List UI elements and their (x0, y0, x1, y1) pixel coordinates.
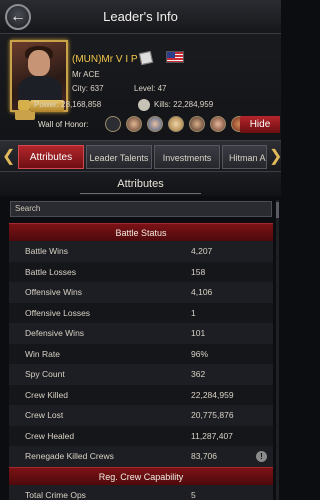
honor-slot-empty-icon[interactable] (105, 116, 121, 132)
scrollbar-thumb[interactable] (276, 202, 279, 218)
row-label: Offensive Losses (25, 307, 91, 318)
table-row: Spy Count 362 (9, 364, 273, 385)
group-header-battle-status: Battle Status (9, 223, 273, 241)
wall-of-honor-label: Wall of Honor: (38, 120, 89, 129)
row-value: 1 (191, 307, 196, 318)
power-value: Power: 28,168,858 (34, 100, 102, 109)
honor-portrait-icon[interactable] (168, 116, 184, 132)
row-label: Battle Wins (25, 246, 68, 256)
row-label: Total Crime Ops (25, 489, 86, 500)
table-row: Offensive Wins 4,106 (9, 282, 273, 303)
level-value: Level: 47 (134, 84, 167, 93)
honor-portrait-icon[interactable] (189, 116, 205, 132)
chevron-left-icon[interactable]: ❮ (2, 147, 15, 167)
row-label: Renegade Killed Crews (25, 451, 114, 461)
table-row: Total Crime Ops 5 (9, 484, 273, 500)
table-row: Crew Healed 11,287,407 (9, 425, 273, 446)
table-row: Battle Wins 4,207 (9, 241, 273, 262)
row-label: Crew Killed (25, 389, 68, 400)
table-row: Battle Losses 158 (9, 261, 273, 282)
hide-button[interactable]: Hide (240, 116, 280, 133)
tab-hitman[interactable]: Hitman Ap (222, 145, 267, 169)
section-title: Attributes (0, 172, 281, 196)
row-value: 22,284,959 (191, 389, 234, 400)
kills-icon (138, 99, 150, 111)
tab-leader-talents[interactable]: Leader Talents (86, 145, 152, 169)
table-row: Crew Lost 20,775,876 (9, 405, 273, 426)
row-value: 4,207 (191, 246, 213, 256)
row-value: 5 (191, 489, 196, 500)
table-row: Win Rate 96% (9, 343, 273, 364)
crew-capability-rows: Total Crime Ops 5 (9, 484, 273, 500)
scrollbar[interactable] (276, 200, 279, 500)
chevron-right-icon[interactable]: ❯ (269, 147, 282, 167)
row-label: Win Rate (25, 348, 60, 359)
row-value: 96% (191, 348, 209, 359)
tab-investments[interactable]: Investments (154, 145, 220, 169)
document-icon[interactable] (138, 50, 154, 66)
table-row: Renegade Killed Crews 83,706! (9, 446, 273, 467)
row-value: 101 (191, 328, 206, 338)
honor-portrait-icon[interactable] (126, 116, 142, 132)
row-value: 362 (191, 369, 206, 379)
row-label: Crew Healed (25, 430, 75, 441)
alliance-name: Mr ACE (72, 70, 100, 79)
top-bar: ← Leader's Info (0, 0, 281, 34)
honor-portrait-icon[interactable] (210, 116, 226, 132)
honor-portrait-icon[interactable] (147, 116, 163, 132)
row-value: 158 (191, 266, 206, 277)
row-label: Battle Losses (25, 266, 77, 277)
avatar-face (28, 50, 50, 76)
row-value: 20,775,876 (191, 410, 234, 420)
page-title: Leader's Info (103, 9, 178, 24)
player-name: (MUN)Mr V I P (72, 54, 138, 65)
search-input[interactable]: Search (10, 201, 272, 217)
row-label: Defensive Wins (25, 328, 85, 338)
city-value: City: 637 (72, 84, 104, 93)
group-header-crew-capability: Reg. Crew Capability (9, 466, 273, 485)
table-row: Crew Killed 22,284,959 (9, 384, 273, 405)
flag-icon (166, 51, 184, 63)
row-label: Offensive Wins (25, 287, 83, 297)
kills-value: Kills: 22,284,959 (154, 100, 214, 109)
tab-attributes[interactable]: Attributes (18, 145, 84, 169)
row-value: 83,706 (191, 451, 217, 461)
row-value: 4,106 (191, 287, 213, 297)
battle-status-rows: Battle Wins 4,207 Battle Losses 158 Offens… (9, 241, 273, 467)
row-label: Crew Lost (25, 410, 64, 420)
attributes-table: Battle Status Battle Wins 4,207 Battle Lo… (9, 223, 273, 500)
table-row: Offensive Losses 1 (9, 302, 273, 323)
tab-bar: ❮ Attributes Leader Talents Investments … (0, 140, 282, 172)
row-value: 11,287,407 (191, 430, 233, 441)
row-label: Spy Count (25, 369, 65, 379)
table-row: Defensive Wins 101 (9, 323, 273, 344)
power-icon (18, 100, 30, 110)
info-icon[interactable]: ! (256, 451, 267, 462)
profile-panel: (MUN)Mr V I P Mr ACE City: 637 Level: 47… (0, 34, 281, 140)
